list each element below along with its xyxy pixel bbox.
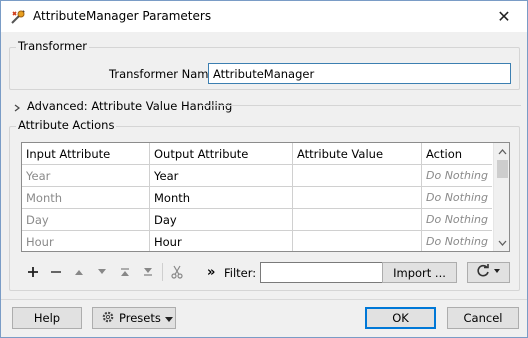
attribute-actions-label: Attribute Actions <box>16 118 117 132</box>
transformer-name-input[interactable]: AttributeManager <box>208 63 511 84</box>
attribute-value-cell[interactable] <box>293 165 422 187</box>
output-attribute-cell[interactable]: Hour <box>150 231 293 251</box>
action-cell[interactable]: Do Nothing <box>422 209 492 231</box>
title-bar: AttributeManager Parameters ✕ <box>1 1 527 32</box>
scrollbar-thumb[interactable] <box>497 160 508 178</box>
input-attribute-cell[interactable]: Year <box>22 165 150 187</box>
input-attribute-cell[interactable]: Month <box>22 187 150 209</box>
fme-transformer-icon <box>9 8 27 26</box>
table-row[interactable]: Month Month Do Nothing <box>22 187 492 209</box>
transformer-group-label: Transformer <box>16 39 90 53</box>
output-attribute-cell[interactable]: Month <box>150 187 293 209</box>
cancel-button[interactable]: Cancel <box>447 307 519 329</box>
close-icon: ✕ <box>497 7 511 26</box>
attribute-value-cell[interactable] <box>293 209 422 231</box>
output-attribute-cell[interactable]: Day <box>150 209 293 231</box>
remove-row-icon[interactable] <box>48 264 64 280</box>
move-bottom-icon[interactable] <box>140 264 156 280</box>
column-header-input[interactable]: Input Attribute <box>22 143 150 165</box>
dropdown-arrow-icon <box>164 311 173 325</box>
input-attribute-cell[interactable]: Day <box>22 209 150 231</box>
table-row[interactable]: Day Day Do Nothing <box>22 209 492 231</box>
advanced-section-toggle[interactable]: Advanced: Attribute Value Handling <box>27 99 232 113</box>
footer-separator <box>1 299 527 300</box>
refresh-menu-button[interactable] <box>467 262 510 283</box>
attribute-table: Input Attribute Output Attribute Attribu… <box>21 142 510 252</box>
input-attribute-cell[interactable]: Hour <box>22 231 150 251</box>
move-top-icon[interactable] <box>117 264 133 280</box>
move-up-icon[interactable] <box>71 264 87 280</box>
close-button[interactable]: ✕ <box>481 1 527 32</box>
table-scrollbar[interactable] <box>493 143 509 251</box>
attribute-value-cell[interactable] <box>293 187 422 209</box>
scroll-down-icon[interactable] <box>494 234 509 251</box>
chevron-right-icon[interactable] <box>13 101 21 112</box>
attribute-value-cell[interactable] <box>293 231 422 251</box>
column-header-value[interactable]: Attribute Value <box>293 143 422 165</box>
ok-button[interactable]: OK <box>365 307 436 329</box>
toolbar-divider <box>162 263 163 281</box>
column-header-action[interactable]: Action <box>422 143 492 165</box>
presets-button[interactable]: Presets <box>92 307 176 329</box>
expand-filter-icon[interactable]: » <box>207 265 215 280</box>
help-button[interactable]: Help <box>12 307 82 329</box>
action-cell[interactable]: Do Nothing <box>422 165 492 187</box>
filter-label: Filter: <box>224 266 257 280</box>
window-title: AttributeManager Parameters <box>33 9 212 23</box>
action-cell[interactable]: Do Nothing <box>422 231 492 251</box>
move-down-icon[interactable] <box>94 264 110 280</box>
advanced-divider <box>201 105 521 106</box>
scroll-up-icon[interactable] <box>494 143 509 160</box>
table-header: Input Attribute Output Attribute Attribu… <box>22 143 492 165</box>
column-header-output[interactable]: Output Attribute <box>150 143 293 165</box>
action-cell[interactable]: Do Nothing <box>422 187 492 209</box>
output-attribute-cell[interactable]: Year <box>150 165 293 187</box>
import-button[interactable]: Import ... <box>382 262 457 283</box>
refresh-icon <box>476 264 502 281</box>
table-row[interactable]: Hour Hour Do Nothing <box>22 231 492 251</box>
transformer-name-label: Transformer Name: <box>109 67 220 81</box>
table-row[interactable]: Year Year Do Nothing <box>22 165 492 187</box>
scissors-icon[interactable] <box>169 264 185 280</box>
add-row-icon[interactable] <box>25 264 41 280</box>
presets-label: Presets <box>119 311 161 325</box>
dialog-window: AttributeManager Parameters ✕ Transforme… <box>0 0 528 338</box>
gear-icon <box>101 310 115 327</box>
